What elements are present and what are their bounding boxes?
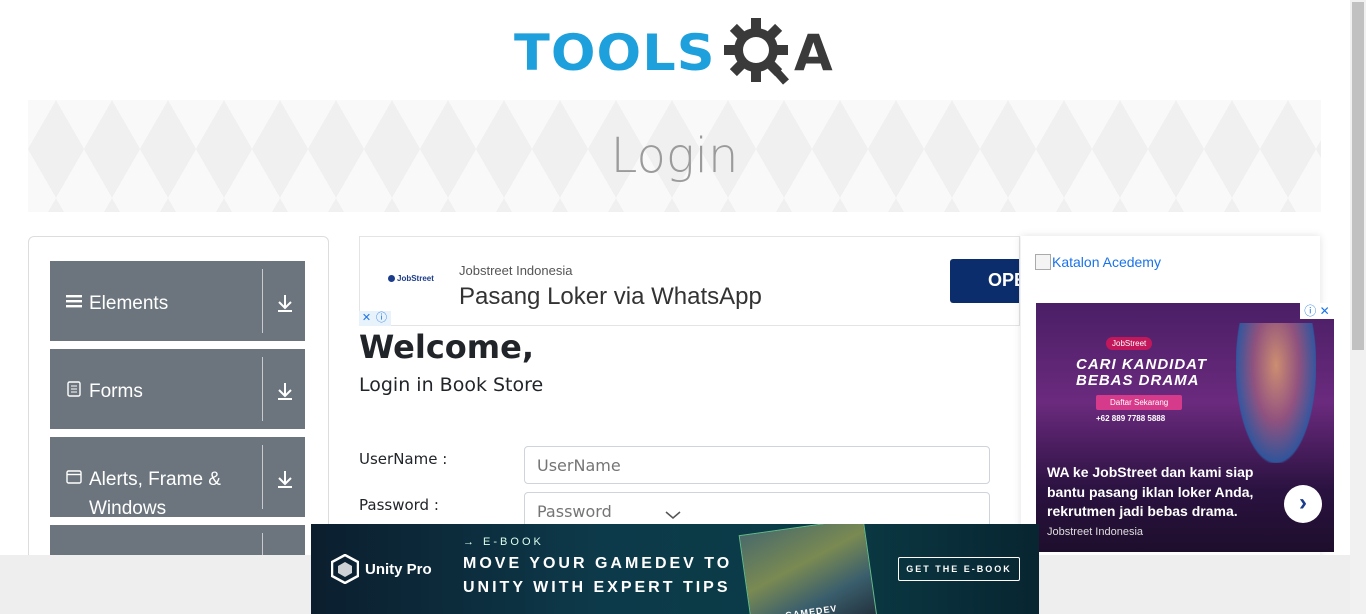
adchoices-icon[interactable]: ⓘ ✕: [1300, 303, 1334, 319]
broken-image-icon: [1035, 254, 1051, 270]
side-ad[interactable]: ⓘ ✕ JobStreet CARI KANDIDAT BEBAS DRAMA …: [1036, 303, 1334, 552]
scrollbar-thumb[interactable]: [1352, 2, 1364, 350]
katalon-alt-text: Katalon Acedemy: [1052, 254, 1161, 270]
download-icon[interactable]: [276, 293, 294, 313]
ad-body-text: WA ke JobStreet dan kami siap bantu pasa…: [1047, 464, 1254, 519]
username-label: UserName :: [359, 450, 448, 468]
ad-jobstreet-badge: JobStreet: [1106, 337, 1153, 350]
menu-lines-icon: [66, 295, 82, 308]
welcome-heading: Welcome,: [359, 328, 534, 366]
toolsqa-logo[interactable]: TOOLS A: [514, 14, 838, 92]
ad-open-button[interactable]: OPE: [950, 259, 1019, 303]
chevron-down-icon: [665, 511, 681, 519]
ad-phone: +62 889 7788 5888: [1096, 414, 1166, 423]
logo-text: TOOLS: [514, 24, 716, 82]
unity-logo-icon: [331, 554, 359, 584]
sidebar-group-forms[interactable]: Forms: [50, 349, 305, 429]
gear-magnifier-icon: [724, 18, 789, 85]
ad-headline: Pasang Loker via WhatsApp: [459, 283, 762, 310]
get-ebook-button[interactable]: GET THE E-BOOK: [898, 557, 1020, 581]
page-scrollbar[interactable]: [1350, 0, 1366, 614]
left-panel-menu: Elements Forms Alerts, Frame & Windows: [28, 236, 329, 566]
info-icon[interactable]: ⓘ: [374, 311, 389, 325]
ad-headline-line-2: UNITY WITH EXPERT TIPS: [463, 579, 731, 596]
window-icon: [66, 470, 82, 484]
document-icon: [67, 381, 81, 397]
ebook-cover-image: GAMEDEV: [738, 524, 878, 614]
sidebar-group-label: Elements: [89, 293, 169, 314]
bottom-ad-banner[interactable]: Unity Pro → E-BOOK MOVE YOUR GAMEDEV TO …: [311, 524, 1039, 614]
password-label: Password :: [359, 496, 439, 514]
close-icon[interactable]: ✕: [359, 311, 374, 325]
ad-big-text: CARI KANDIDAT BEBAS DRAMA: [1076, 356, 1208, 389]
page-title: Login: [610, 128, 739, 184]
logo-a: A: [794, 24, 833, 82]
sidebar-group-label: Forms: [89, 381, 143, 402]
download-icon[interactable]: [276, 469, 294, 489]
top-ad-banner[interactable]: JobStreet Jobstreet Indonesia Pasang Lok…: [359, 236, 1020, 326]
sidebar-group-alerts[interactable]: Alerts, Frame & Windows: [50, 437, 305, 519]
ebook-cover-text: GAMEDEV: [784, 603, 838, 614]
ad-daftar-button[interactable]: Daftar Sekarang: [1096, 395, 1183, 410]
ad-headline-line-1: MOVE YOUR GAMEDEV TO: [463, 555, 733, 572]
ad-unity-brand: Unity Pro: [365, 561, 432, 578]
jobstreet-logo: JobStreet: [388, 274, 434, 283]
ad-kicker: → E-BOOK: [463, 536, 544, 548]
username-input[interactable]: [524, 446, 990, 484]
ad-person-image: [1236, 323, 1316, 463]
ad-sponsor: Jobstreet Indonesia: [459, 263, 573, 278]
login-subtitle: Login in Book Store: [359, 374, 544, 396]
sidebar-group-label: Alerts, Frame & Windows: [89, 469, 221, 519]
ad-headline: MOVE YOUR GAMEDEV TO UNITY WITH EXPERT T…: [463, 552, 732, 600]
download-icon[interactable]: [276, 381, 294, 401]
sidebar-group-elements[interactable]: Elements: [50, 261, 305, 341]
ad-source: Jobstreet Indonesia: [1047, 526, 1144, 538]
katalon-image-link[interactable]: Katalon Acedemy: [1035, 254, 1161, 270]
adchoices-badge[interactable]: ✕ ⓘ: [359, 311, 391, 326]
chevron-right-icon[interactable]: ›: [1284, 485, 1322, 523]
page-banner: Login: [28, 100, 1321, 212]
